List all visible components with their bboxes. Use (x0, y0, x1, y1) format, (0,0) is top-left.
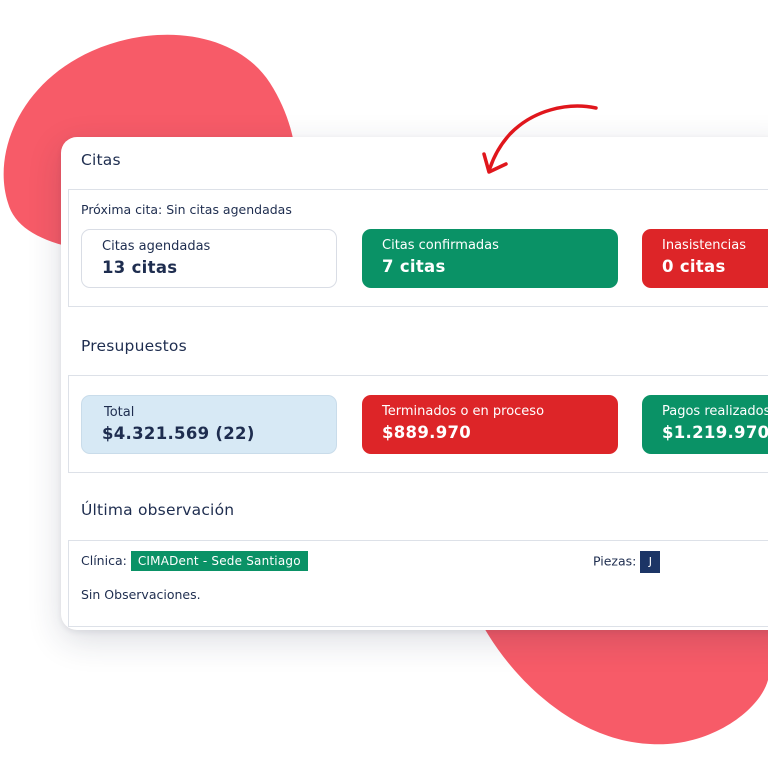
tile-value: $1.219.970 (662, 423, 768, 442)
pieces-badge: J (640, 551, 661, 573)
tile-pagos-realizados[interactable]: Pagos realizados $1.219.970 (642, 395, 768, 454)
tile-value: 0 citas (662, 257, 726, 276)
tile-inasistencias[interactable]: Inasistencias 0 citas (642, 229, 768, 288)
tile-label: Total (104, 405, 135, 420)
dashboard-card: Citas Próxima cita: Sin citas agendadas … (61, 137, 768, 630)
clinic-label: Clínica: (81, 553, 127, 568)
tile-citas-confirmadas[interactable]: Citas confirmadas 7 citas (362, 229, 618, 288)
tile-label: Citas agendadas (102, 239, 211, 254)
tile-presupuesto-total[interactable]: Total $4.321.569 (22) (81, 395, 337, 454)
next-appointment-value: Sin citas agendadas (166, 202, 292, 217)
tile-value: 7 citas (382, 257, 446, 276)
pieces-row: Piezas: J (593, 551, 661, 573)
presupuestos-panel: Total $4.321.569 (22) Terminados o en pr… (68, 375, 768, 473)
section-title-observacion: Última observación (81, 501, 235, 519)
tile-value: 13 citas (102, 258, 178, 277)
tile-terminados[interactable]: Terminados o en proceso $889.970 (362, 395, 618, 454)
tile-label: Terminados o en proceso (382, 404, 545, 419)
tile-citas-agendadas[interactable]: Citas agendadas 13 citas (81, 229, 337, 288)
clinic-badge: CIMADent - Sede Santiago (130, 551, 308, 571)
next-appointment-label: Próxima cita: (81, 202, 163, 217)
tile-label: Pagos realizados (662, 404, 768, 419)
citas-panel: Próxima cita: Sin citas agendadas Citas … (68, 189, 768, 307)
observacion-panel: Clínica: CIMADent - Sede Santiago Piezas:… (68, 540, 768, 627)
tile-value: $4.321.569 (22) (102, 424, 255, 443)
tile-label: Citas confirmadas (382, 238, 499, 253)
observation-text: Sin Observaciones. (81, 587, 201, 602)
tile-label: Inasistencias (662, 238, 747, 253)
next-appointment: Próxima cita: Sin citas agendadas (81, 202, 292, 217)
section-title-citas: Citas (81, 151, 121, 169)
pieces-label: Piezas: (593, 553, 637, 569)
section-title-presupuestos: Presupuestos (81, 337, 187, 355)
clinic-row: Clínica: CIMADent - Sede Santiago (81, 551, 308, 571)
arrow-annotation-icon (482, 104, 598, 174)
tile-value: $889.970 (382, 423, 472, 442)
